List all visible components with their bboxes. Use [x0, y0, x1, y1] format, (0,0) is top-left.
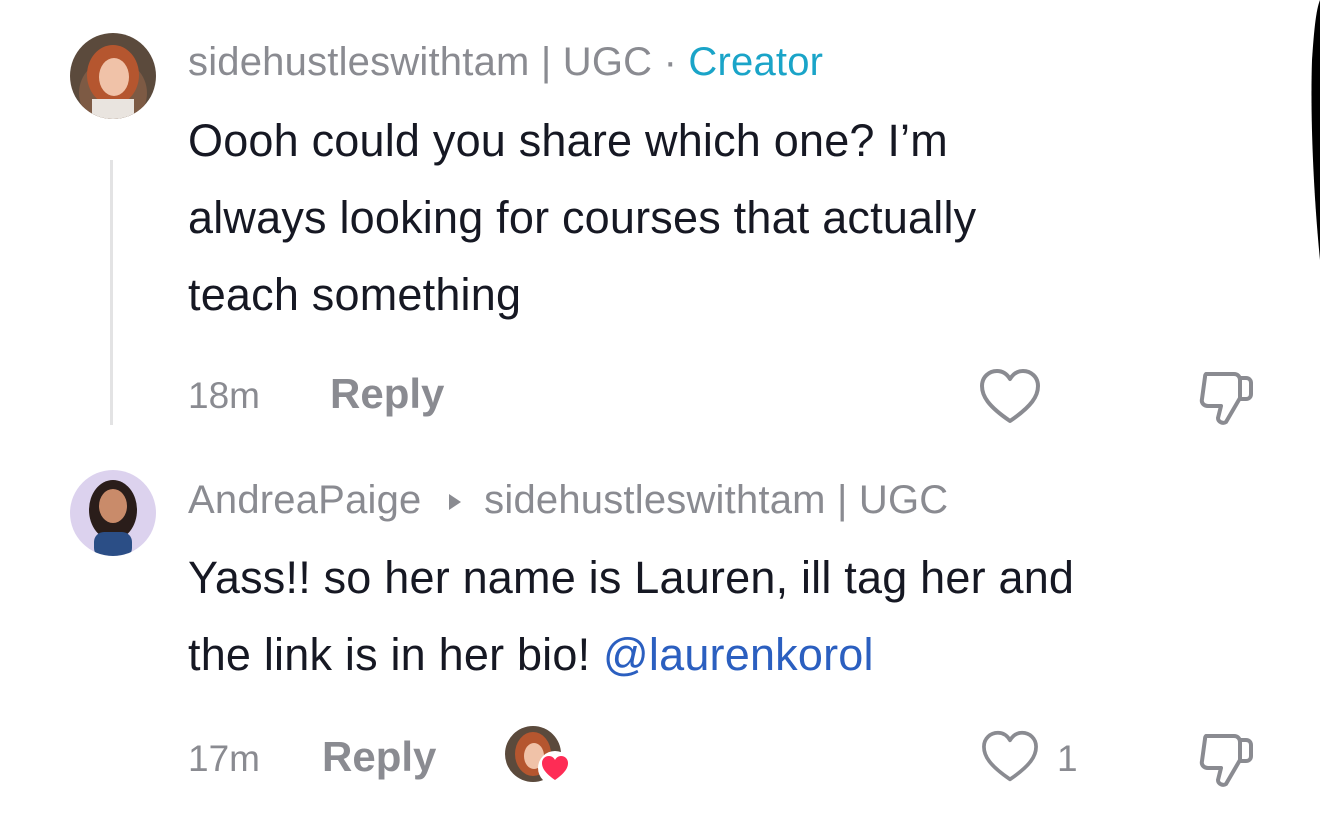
avatar[interactable]: [70, 470, 156, 556]
creator-badge: Creator: [688, 40, 824, 84]
thumbs-down-icon[interactable]: [1196, 368, 1256, 433]
comment-text: Oooh could you share which one? I’m alwa…: [188, 102, 976, 333]
comment-timestamp: 17m: [188, 738, 260, 779]
comment-text-line: Oooh could you share which one? I’m: [188, 115, 948, 166]
comment-text: Yass!! so her name is Lauren, ill tag he…: [188, 539, 1074, 693]
comment-text-line: the link is in her bio! @laurenkorol: [188, 616, 1074, 693]
mention-link[interactable]: @laurenkorol: [603, 629, 874, 680]
comment-text-line: always looking for courses that actually: [188, 192, 977, 243]
edge-shadow: [1306, 0, 1320, 260]
thumbs-down-icon[interactable]: [1196, 730, 1256, 795]
heart-outline-icon[interactable]: [978, 368, 1042, 431]
heart-outline-icon[interactable]: [980, 730, 1040, 789]
avatar[interactable]: [70, 33, 156, 119]
liked-by-creator-heart-icon: [538, 751, 572, 785]
thread-line: [110, 160, 113, 425]
reply-to-username[interactable]: sidehustleswithtam | UGC: [484, 478, 948, 522]
comment-username[interactable]: sidehustleswithtam | UGC · Creator: [188, 40, 823, 85]
reply-button[interactable]: Reply: [330, 370, 444, 418]
reply-button[interactable]: Reply: [322, 733, 436, 781]
reply-arrow-icon: [447, 477, 463, 522]
separator-dot: ·: [663, 40, 678, 84]
comment-text-line: teach something: [188, 269, 522, 320]
username-text[interactable]: AndreaPaige: [188, 478, 422, 522]
username-text[interactable]: sidehustleswithtam | UGC: [188, 40, 652, 84]
comment-text-fragment: the link is in her bio!: [188, 629, 604, 680]
comment-text-line: Yass!! so her name is Lauren, ill tag he…: [188, 552, 1075, 603]
like-count: 1: [1057, 738, 1078, 779]
comment-timestamp: 18m: [188, 375, 260, 416]
comment-username[interactable]: AndreaPaige sidehustleswithtam | UGC: [188, 477, 948, 528]
liked-by-creator-avatar: [505, 726, 572, 785]
